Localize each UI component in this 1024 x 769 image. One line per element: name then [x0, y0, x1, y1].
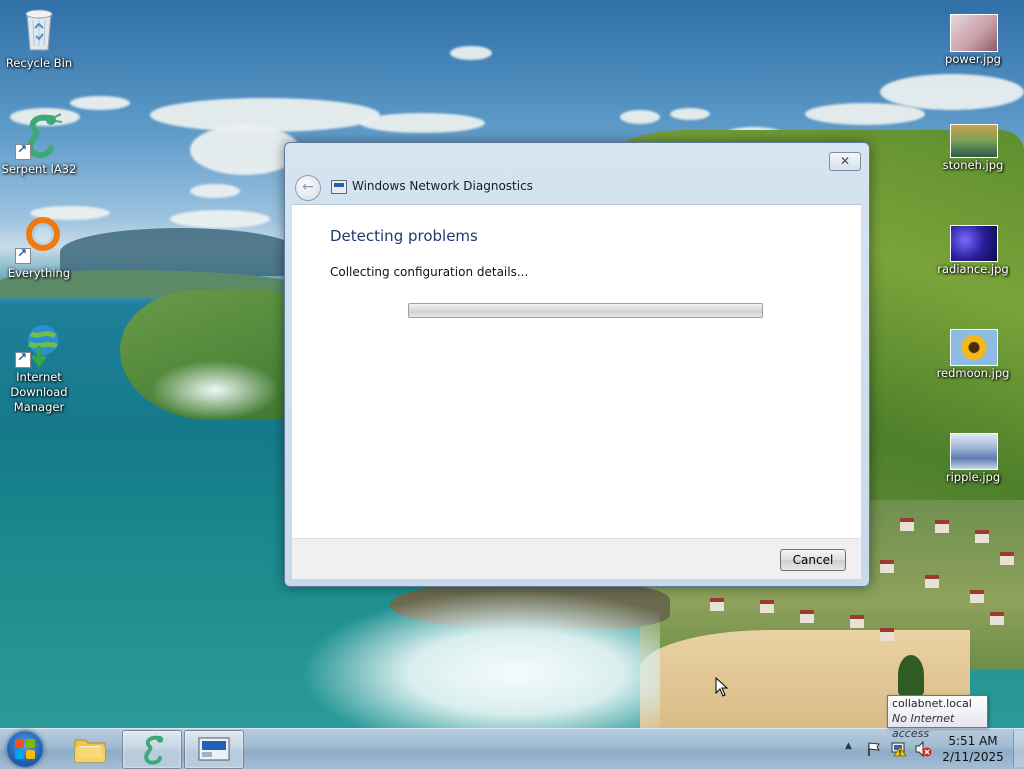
clock-date: 2/11/2025: [942, 750, 1004, 764]
recycle-bin-icon: [15, 6, 63, 54]
mouse-cursor-icon: [715, 677, 729, 697]
idm-globe-icon: [15, 320, 63, 368]
shortcut-arrow-icon: [15, 350, 31, 368]
image-thumbnail-icon: [950, 14, 998, 52]
desktop-icon-internet-download-manager[interactable]: Internet Download Manager: [1, 320, 77, 415]
dialog-footer: Cancel: [292, 538, 861, 579]
dialog-content: Detecting problems Collecting configurat…: [292, 204, 861, 538]
desktop-icon-label: Recycle Bin: [5, 56, 73, 70]
taskbar-serpent-button[interactable]: [122, 730, 182, 769]
image-thumbnail-icon: [950, 329, 998, 366]
desktop-icon-label: radiance.jpg: [937, 262, 1009, 276]
network-tooltip: collabnet.local No Internet access: [887, 695, 988, 740]
start-button[interactable]: [6, 730, 44, 768]
desktop-icon-label: Internet Download Manager: [10, 370, 68, 414]
page-heading: Detecting problems: [330, 227, 478, 245]
progress-bar: [408, 303, 763, 318]
desktop-icon-recycle-bin[interactable]: Recycle Bin: [1, 6, 77, 71]
network-no-internet-icon[interactable]: [890, 740, 908, 758]
desktop-icon-serpent-ia32[interactable]: Serpent IA32: [1, 112, 77, 177]
taskbar: ▲ 5:51 AM 2/11/2025: [0, 728, 1024, 769]
back-arrow-icon[interactable]: ←: [295, 175, 321, 201]
desktop-icon-label: ripple.jpg: [945, 470, 1001, 484]
show-desktop-button[interactable]: [1013, 731, 1024, 767]
shortcut-arrow-icon: [15, 142, 31, 160]
status-text: Collecting configuration details...: [330, 265, 529, 279]
serpent-dragon-icon: [144, 735, 164, 765]
desktop-icon-stoneh-jpg[interactable]: stoneh.jpg: [935, 124, 1011, 173]
folder-icon: [74, 739, 106, 763]
desktop-icon-power-jpg[interactable]: power.jpg: [935, 14, 1011, 67]
tooltip-network-name: collabnet.local: [892, 697, 972, 710]
taskbar-explorer-button[interactable]: [61, 730, 119, 767]
desktop-icon-ripple-jpg[interactable]: ripple.jpg: [935, 433, 1011, 485]
image-thumbnail-icon: [950, 225, 998, 262]
serpent-dragon-icon: [15, 112, 63, 160]
desktop-icon-label: power.jpg: [945, 52, 1001, 66]
dialog-title: Windows Network Diagnostics: [352, 179, 533, 193]
desktop-icon-everything[interactable]: Everything: [1, 216, 77, 281]
network-diagnostics-dialog: ✕ ← Windows Network Diagnostics Detectin…: [284, 142, 870, 587]
image-thumbnail-icon: [950, 433, 998, 470]
desktop-icon-redmoon-jpg[interactable]: redmoon.jpg: [935, 329, 1011, 381]
desktop-icon-label: Serpent IA32: [1, 162, 77, 176]
image-thumbnail-icon: [950, 124, 998, 158]
network-diagnostics-icon: [198, 737, 230, 761]
cancel-button[interactable]: Cancel: [780, 549, 846, 571]
tooltip-network-status: No Internet access: [892, 712, 955, 740]
network-diagnostics-icon: [331, 180, 347, 194]
desktop-icon-label: redmoon.jpg: [936, 366, 1010, 380]
desktop-icon-radiance-jpg[interactable]: radiance.jpg: [935, 225, 1011, 277]
windows-logo-icon: [15, 739, 24, 748]
taskbar-network-diagnostics-button[interactable]: [184, 730, 244, 769]
shortcut-arrow-icon: [15, 246, 31, 264]
tray-show-hidden-icons-button[interactable]: ▲: [845, 741, 852, 751]
desktop-icon-label: stoneh.jpg: [942, 158, 1004, 172]
close-button[interactable]: ✕: [829, 152, 861, 171]
desktop-icon-label: Everything: [7, 266, 71, 280]
volume-muted-icon[interactable]: [914, 741, 932, 757]
action-center-flag-icon[interactable]: [866, 741, 882, 757]
everything-magnifier-icon: [15, 216, 63, 264]
